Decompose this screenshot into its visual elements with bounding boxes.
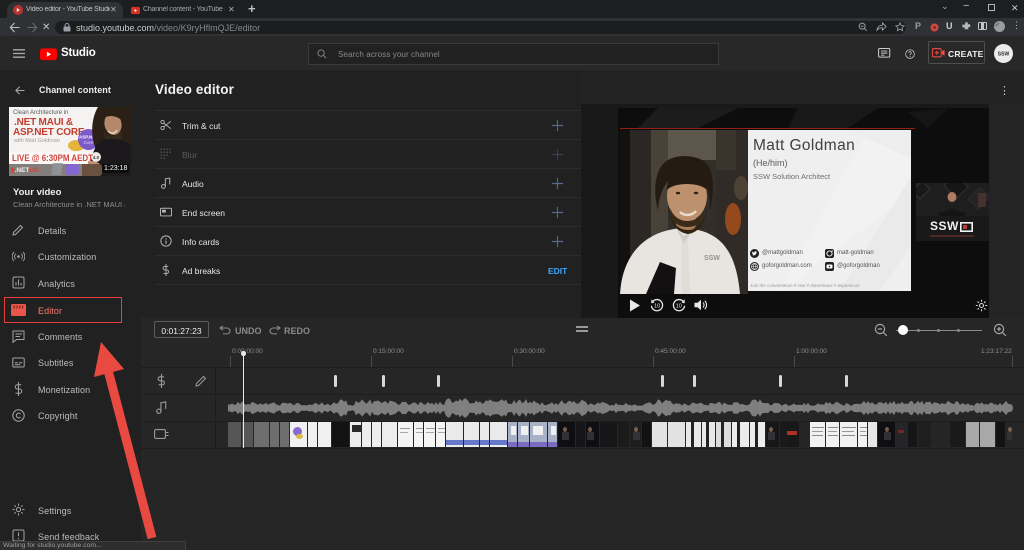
svg-text:SSW: SSW — [998, 52, 1010, 58]
svg-text:10: 10 — [676, 304, 682, 310]
svg-text:SSW: SSW — [704, 255, 720, 262]
svg-text:10: 10 — [654, 304, 660, 310]
svg-text:4.0: 4.0 — [93, 155, 100, 160]
